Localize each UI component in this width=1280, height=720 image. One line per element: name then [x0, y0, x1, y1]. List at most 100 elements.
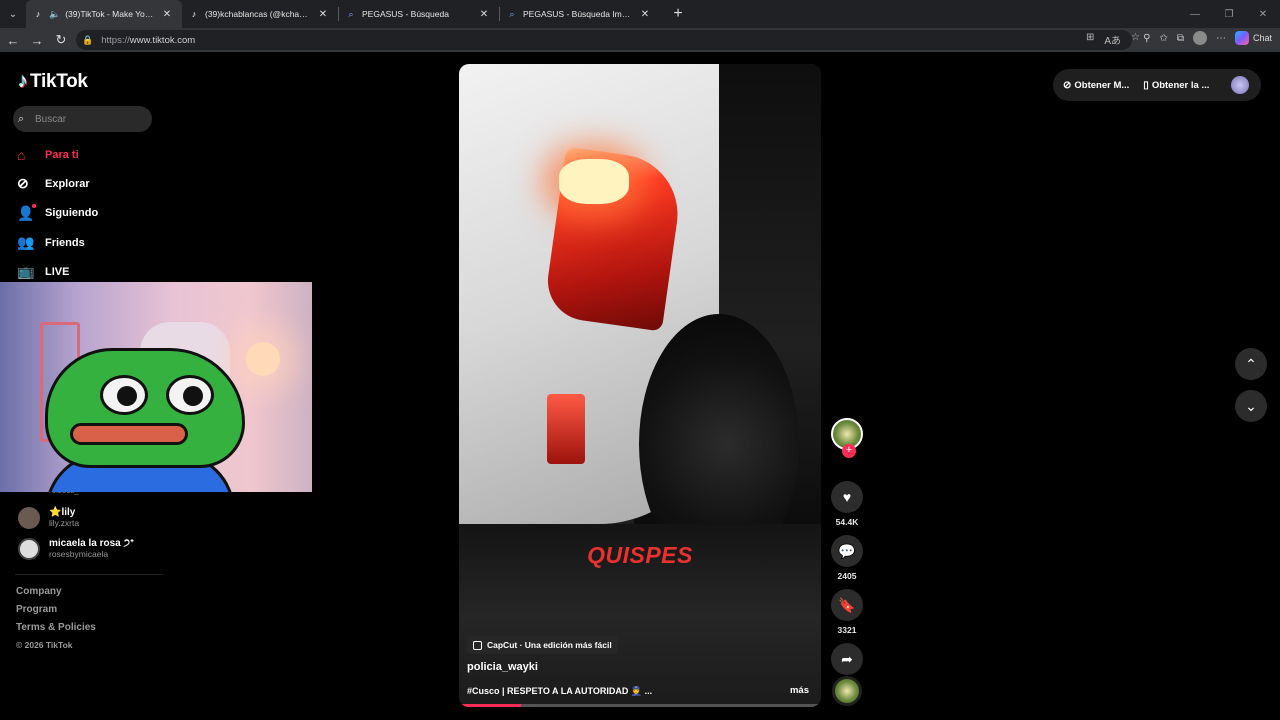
minimize-icon[interactable]: — [1178, 0, 1212, 28]
footer-link-company[interactable]: Company [16, 586, 96, 604]
chat-label[interactable]: Chat [1253, 33, 1272, 43]
sidebar-item-explorar[interactable]: ⊘ Explorar [17, 169, 98, 198]
get-app-button[interactable]: ▯ Obtener la ... [1143, 80, 1209, 91]
follow-plus-icon[interactable]: + [842, 444, 856, 458]
account-name: micaela la rosa ੭ᕀ [49, 537, 134, 549]
get-app-label: Obtener la ... [1151, 79, 1210, 91]
get-coins-label: Obtener M... [1074, 79, 1130, 91]
webcam-overlay [0, 282, 312, 492]
copyright: © 2026 TikTok [16, 640, 73, 650]
lock-icon[interactable]: 🔒 [82, 35, 93, 46]
video-actions: + ♥ 54.4K 💬 2405 🔖 3321 ➦ 3032 [831, 418, 863, 689]
collections-icon[interactable]: ⧉ [1177, 33, 1184, 44]
home-icon: ⌂ [17, 146, 26, 163]
tab-actions-menu[interactable]: ⌄ [0, 0, 26, 28]
sidebar-item-label: LIVE [45, 265, 70, 278]
tiktok-icon: ♪ [191, 9, 197, 19]
more-options-icon[interactable]: ⋯ [1216, 33, 1226, 44]
tiktok-note-icon: ♪ [18, 70, 28, 92]
account-name: ⭐lily [49, 506, 76, 518]
like-button[interactable]: ♥ [831, 481, 863, 513]
sidebar-item-para-ti[interactable]: ⌂ Para ti [17, 140, 98, 169]
profile-avatar[interactable] [1192, 31, 1207, 45]
avatar [18, 506, 40, 529]
apps-icon[interactable]: ⊞ [1086, 32, 1094, 47]
top-right-actions: ⊘ Obtener M... ▯ Obtener la ... [1053, 69, 1261, 101]
chevron-up-icon: ⌃ [1245, 355, 1257, 372]
reload-icon[interactable]: ↻ [49, 28, 73, 52]
capcut-badge[interactable]: CapCut · Una edición más fácil [467, 636, 618, 654]
sidebar-item-label: Explorar [45, 177, 90, 190]
forward-icon[interactable]: → [25, 28, 49, 52]
video-progress-fill [459, 704, 521, 707]
live-icon: 📺 [17, 263, 35, 280]
compass-icon: ⊘ [1063, 79, 1072, 91]
sidebar-item-siguiendo[interactable]: 👤 Siguiendo [17, 199, 98, 228]
frog-head [45, 348, 245, 468]
get-coins-button[interactable]: ⊘ Obtener M... [1063, 80, 1129, 91]
copilot-icon[interactable] [1234, 31, 1249, 45]
sidebar-nav: ⌂ Para ti ⊘ Explorar 👤 Siguiendo 👥 Frien… [17, 140, 98, 286]
following-icon: 👤 [17, 203, 36, 221]
window-controls: — ❐ ✕ [1178, 0, 1280, 28]
tab-tiktok-home[interactable]: ♪ 🔈 (39)TikTok - Make Your Day ✕ [26, 0, 182, 28]
address-bar[interactable]: 🔒 https://www.tiktok.com [76, 30, 1132, 50]
tab-pegasus-images[interactable]: ⌕ PEGASUS - Búsqueda Imágenes ✕ [500, 0, 660, 28]
music-disc[interactable] [832, 676, 862, 706]
close-tab-icon[interactable]: ✕ [316, 9, 330, 20]
list-item[interactable]: ⭐lily lily.zxrta [18, 502, 134, 533]
creator-avatar[interactable]: + [831, 418, 863, 458]
sidebar-item-label: Para ti [45, 148, 79, 161]
avatar[interactable] [1231, 76, 1249, 94]
close-tab-icon[interactable]: ✕ [477, 9, 491, 20]
capcut-label: CapCut · Una edición más fácil [487, 640, 612, 650]
notification-dot [32, 203, 36, 208]
like-count: 54.4K [835, 517, 859, 527]
sidebar-item-label: Siguiendo [45, 207, 99, 220]
new-tab-button[interactable]: + [666, 2, 690, 26]
comment-icon: 💬 [838, 542, 856, 559]
footer-link-terms[interactable]: Terms & Policies [16, 622, 96, 640]
close-tab-icon[interactable]: ✕ [160, 9, 174, 20]
search-input[interactable]: ⌕ Buscar [13, 106, 152, 132]
video-frame-light-glow [559, 159, 629, 204]
audio-playing-icon[interactable]: 🔈 [49, 9, 60, 20]
tab-title: PEGASUS - Búsqueda [362, 9, 449, 19]
video-author[interactable]: policia_wayki [467, 661, 538, 673]
account-username: lily.zxrta [49, 517, 80, 528]
favorites-icon[interactable]: ✩ [1159, 33, 1167, 44]
more-button[interactable]: más [790, 685, 809, 696]
heart-icon: ♥ [842, 489, 852, 505]
close-tab-icon[interactable]: ✕ [638, 9, 652, 20]
close-window-icon[interactable]: ✕ [1246, 0, 1280, 28]
favorite-star-icon[interactable]: ☆ [1131, 32, 1140, 47]
address-bar-actions: ⊞ Aあ ☆ [1086, 32, 1140, 47]
browser-tab-strip: ⌄ ♪ 🔈 (39)TikTok - Make Your Day ✕ ♪ (39… [0, 0, 1280, 28]
sidebar-item-friends[interactable]: 👥 Friends [17, 228, 98, 257]
video-frame-reflector [547, 394, 585, 464]
url-host: www.tiktok.com [129, 34, 196, 46]
next-video-button[interactable]: ⌄ [1235, 390, 1267, 422]
extensions-icon[interactable]: ⚲ [1143, 33, 1150, 44]
tiktok-page: ♪ TikTok ⌕ Buscar ⌂ Para ti ⊘ Explorar 👤… [0, 52, 1280, 720]
previous-video-button[interactable]: ⌃ [1235, 348, 1267, 380]
frog-eye [100, 375, 148, 415]
translate-icon[interactable]: Aあ [1104, 32, 1121, 47]
tab-kchablancas[interactable]: ♪ (39)kchablancas (@kchablancas) | ✕ [182, 0, 338, 28]
sidebar-divider [15, 574, 163, 575]
restore-icon[interactable]: ❐ [1212, 0, 1246, 28]
browser-extensions: ⚲ ✩ ⧉ ⋯ Chat [1143, 31, 1272, 45]
comment-button[interactable]: 💬 [831, 535, 863, 567]
back-icon[interactable]: ← [1, 28, 25, 52]
video-progress-bar[interactable] [459, 704, 821, 707]
share-button[interactable]: ➦ [831, 643, 863, 675]
tab-pegasus-search[interactable]: ⌕ PEGASUS - Búsqueda ✕ [339, 0, 499, 28]
phone-icon: ▯ [1143, 79, 1149, 91]
video-player[interactable]: QUISPES CapCut · Una edición más fácil p… [459, 64, 821, 707]
footer-link-program[interactable]: Program [16, 604, 96, 622]
video-description: #Cusco | RESPETO A LA AUTORIDAD 👮 ... [467, 686, 653, 696]
save-button[interactable]: 🔖 [831, 589, 863, 621]
list-item[interactable]: micaela la rosa ੭ᕀ rosesbymicaela [18, 533, 134, 564]
tiktok-logo[interactable]: ♪ TikTok [18, 70, 88, 93]
bookmark-icon: 🔖 [838, 596, 856, 613]
